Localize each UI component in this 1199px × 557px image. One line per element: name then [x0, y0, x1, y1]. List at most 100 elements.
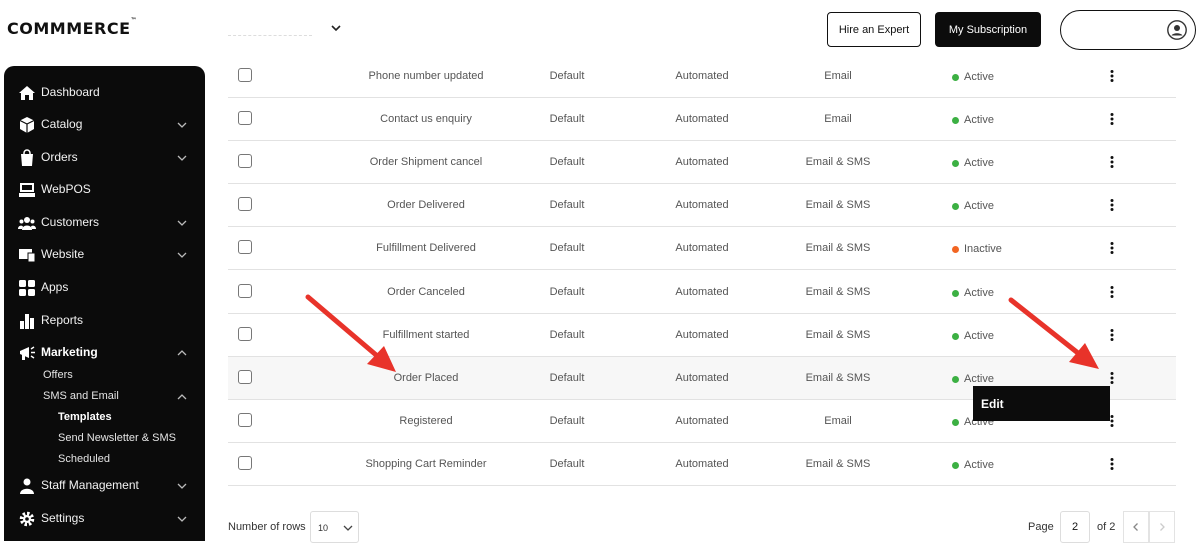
more-actions-icon[interactable]	[1108, 198, 1116, 212]
more-actions-icon[interactable]	[1108, 285, 1116, 299]
sidebar-item-marketing[interactable]: Marketing	[4, 341, 205, 365]
sidebar-subitem-scheduled[interactable]: Scheduled	[58, 453, 110, 465]
table-row[interactable]: Phone number updated Default Automated Emai…	[228, 55, 1176, 98]
sidebar-item-website[interactable]: Website	[4, 243, 205, 267]
template-name: Order Canceled	[387, 286, 465, 298]
more-actions-icon[interactable]	[1108, 457, 1116, 471]
my-subscription-button[interactable]: My Subscription	[935, 12, 1041, 47]
more-actions-icon[interactable]	[1108, 328, 1116, 342]
rows-per-page-select[interactable]: 10	[310, 511, 359, 543]
status-dot	[952, 73, 959, 81]
row-checkbox[interactable]	[238, 327, 252, 341]
staff-icon	[20, 478, 34, 494]
sidebar-item-apps[interactable]: Apps	[4, 276, 205, 300]
status-dot	[952, 202, 959, 210]
more-actions-icon[interactable]	[1108, 241, 1116, 255]
sidebar-item-label: Reports	[41, 313, 84, 327]
more-actions-icon[interactable]	[1108, 155, 1116, 169]
status-dot	[952, 289, 959, 297]
hire-expert-button[interactable]: Hire an Expert	[827, 12, 921, 47]
row-checkbox[interactable]	[238, 284, 252, 298]
store-selector[interactable]	[228, 18, 348, 42]
template-trigger: Automated	[675, 458, 729, 470]
row-checkbox[interactable]	[238, 456, 252, 470]
brand-logo[interactable]: COMMMERCE™	[7, 17, 137, 38]
sidebar-subitem-templates[interactable]: Templates	[58, 411, 112, 423]
sidebar-subitem-offers[interactable]: Offers	[43, 369, 73, 381]
next-page-button[interactable]	[1149, 511, 1175, 543]
more-actions-icon[interactable]	[1108, 112, 1116, 126]
page-number-input[interactable]: 2	[1060, 511, 1090, 543]
sidebar-item-dashboard[interactable]: Dashboard	[4, 81, 205, 105]
status-badge: Active	[952, 330, 994, 342]
table-row[interactable]: Order Delivered Default Automated Email & S…	[228, 184, 1176, 227]
table-row[interactable]: Fulfillment Delivered Default Automated Ema…	[228, 227, 1176, 270]
status-text: Active	[964, 114, 994, 126]
template-type: Default	[549, 372, 585, 384]
reports-icon	[20, 314, 34, 329]
sidebar-item-label: Settings	[41, 511, 85, 525]
status-badge: Active	[952, 459, 994, 471]
status-badge: Active	[952, 71, 994, 83]
apps-icon	[19, 280, 35, 296]
table-row[interactable]: Contact us enquiry Default Automated Email A…	[228, 98, 1176, 141]
status-badge: Active	[952, 373, 994, 385]
template-channel: Email & SMS	[805, 372, 871, 384]
status-badge: Active	[952, 157, 994, 169]
edit-menu-item[interactable]: Edit	[981, 397, 1004, 411]
sidebar-item-reports[interactable]: Reports	[4, 309, 205, 333]
row-checkbox[interactable]	[238, 68, 252, 82]
sidebar-item-label: Orders	[41, 150, 78, 164]
template-name: Phone number updated	[368, 70, 484, 82]
rows-per-page-label: Number of rows	[228, 521, 306, 533]
chevron-down-icon	[177, 155, 187, 161]
chevron-down-icon	[177, 122, 187, 128]
more-actions-icon[interactable]	[1108, 69, 1116, 83]
template-channel: Email & SMS	[805, 286, 871, 298]
row-checkbox[interactable]	[238, 413, 252, 427]
sidebar-item-orders[interactable]: Orders	[4, 146, 205, 170]
template-type: Default	[549, 242, 585, 254]
chevron-down-icon	[177, 252, 187, 258]
sidebar-item-customers[interactable]: Customers	[4, 211, 205, 235]
template-name: Shopping Cart Reminder	[365, 458, 487, 470]
row-checkbox[interactable]	[238, 154, 252, 168]
orders-icon	[21, 149, 33, 166]
chevron-down-icon	[331, 25, 341, 32]
user-avatar-icon	[1167, 20, 1187, 40]
template-type: Default	[549, 415, 585, 427]
profile-menu[interactable]	[1060, 10, 1196, 50]
table-row[interactable]: Order Canceled Default Automated Email & SM…	[228, 271, 1176, 314]
sidebar-item-label: Dashboard	[41, 85, 100, 99]
table-row[interactable]: Shopping Cart Reminder Default Automated Em…	[228, 443, 1176, 486]
table-row[interactable]: Order Shipment cancel Default Automated Ema…	[228, 141, 1176, 184]
page-label: Page	[1028, 521, 1054, 533]
previous-page-button[interactable]	[1123, 511, 1149, 543]
sidebar-item-label: Customers	[41, 215, 100, 229]
status-dot	[952, 461, 959, 469]
row-checkbox[interactable]	[238, 111, 252, 125]
sidebar-subitem-sms-email[interactable]: SMS and Email	[43, 390, 119, 402]
template-trigger: Automated	[675, 286, 729, 298]
chevron-down-icon	[177, 516, 187, 522]
row-checkbox[interactable]	[238, 370, 252, 384]
sidebar-item-webpos[interactable]: WebPOS	[4, 178, 205, 202]
table-row[interactable]: Fulfillment started Default Automated Email…	[228, 314, 1176, 357]
template-trigger: Automated	[675, 113, 729, 125]
sidebar-item-label: Marketing	[41, 345, 98, 359]
template-trigger: Automated	[675, 329, 729, 341]
sidebar-item-label: Apps	[41, 280, 69, 294]
template-trigger: Automated	[675, 372, 729, 384]
status-badge: Inactive	[952, 243, 1002, 255]
more-actions-icon[interactable]	[1108, 371, 1116, 385]
template-channel: Email & SMS	[805, 199, 871, 211]
template-type: Default	[549, 156, 585, 168]
sidebar-item-settings[interactable]: Settings	[4, 507, 205, 531]
sidebar-subitem-newsletter[interactable]: Send Newsletter & SMS	[58, 432, 176, 444]
status-text: Active	[964, 373, 994, 385]
sidebar-item-staff-management[interactable]: Staff Management	[4, 474, 205, 498]
sidebar-item-catalog[interactable]: Catalog	[4, 113, 205, 137]
template-channel: Email	[824, 415, 852, 427]
row-checkbox[interactable]	[238, 197, 252, 211]
row-checkbox[interactable]	[238, 240, 252, 254]
